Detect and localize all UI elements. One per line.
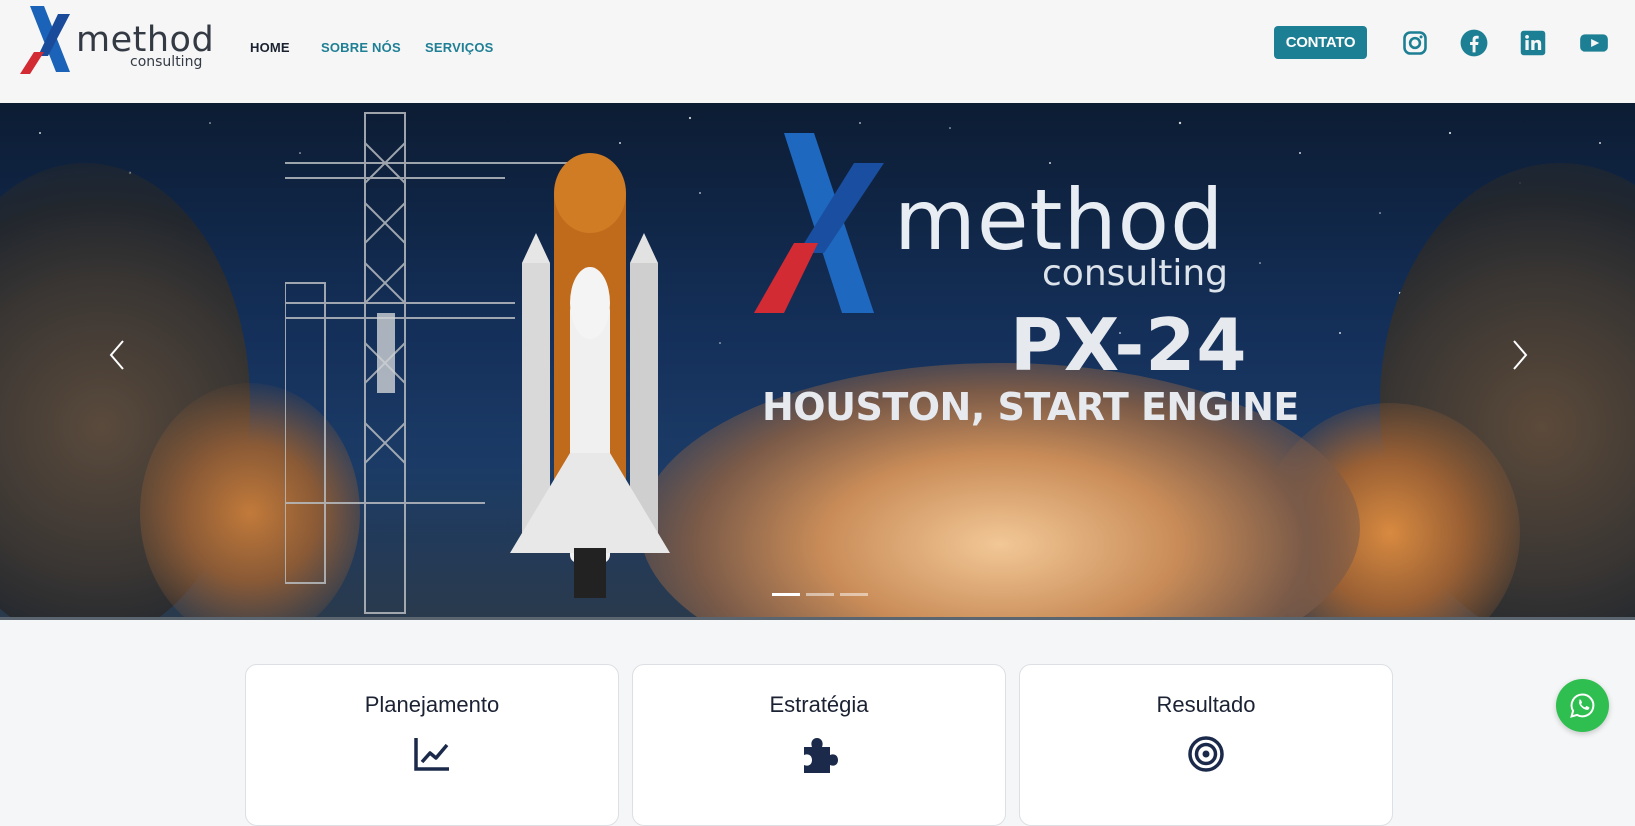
site-logo[interactable]: method consulting [20,6,214,76]
instagram-icon[interactable] [1401,29,1429,57]
card-estrategia: Estratégia [632,664,1006,826]
hero-logo: method consulting [754,133,1234,313]
whatsapp-icon [1570,693,1595,718]
target-icon [1188,736,1224,772]
hero-bottom-border [0,617,1635,620]
card-planejamento: Planejamento [245,664,619,826]
nav-sobre-nos[interactable]: SOBRE NÓS [321,40,401,55]
hero-logo-subtitle: consulting [1042,253,1228,294]
site-header: method consulting HOME SOBRE NÓS SERVIÇO… [0,0,1635,103]
logo-x-mark [20,6,70,74]
carousel-indicator-2[interactable] [806,593,834,596]
hero-x-mark [754,133,884,313]
logo-subtitle: consulting [130,54,203,70]
contato-button[interactable]: CONTATO [1274,26,1367,59]
hero-headline: PX-24 [1010,303,1248,387]
card-resultado: Resultado [1019,664,1393,826]
nav-servicos[interactable]: SERVIÇOS [425,40,494,55]
card-title: Resultado [1156,692,1256,717]
carousel-indicator-1[interactable] [772,593,800,596]
puzzle-icon [804,738,838,773]
chart-line-icon [414,738,449,771]
chevron-left-icon[interactable] [101,335,135,375]
nav-home[interactable]: HOME [250,40,290,55]
whatsapp-button[interactable] [1556,679,1609,732]
hero-tagline: HOUSTON, START ENGINE [762,385,1299,429]
card-title: Planejamento [364,692,500,717]
facebook-icon[interactable] [1460,29,1488,57]
linkedin-icon[interactable] [1519,29,1547,57]
space-shuttle [510,153,670,598]
carousel-indicator-3[interactable] [840,593,868,596]
carousel-indicators [772,593,868,596]
hero-carousel: method consulting PX-24 HOUSTON, START E… [0,103,1635,620]
chevron-right-icon[interactable] [1502,335,1536,375]
youtube-icon[interactable] [1579,29,1613,57]
card-title: Estratégia [769,692,869,717]
